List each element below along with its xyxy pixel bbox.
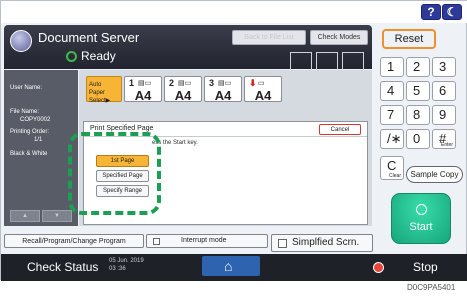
paper-tray-2-button[interactable]: 2 ▤▭ A4 — [164, 76, 202, 103]
keypad-key[interactable]: C Clear — [380, 156, 404, 180]
stop-button[interactable]: Stop — [369, 254, 467, 281]
keypad-key[interactable]: 3 — [432, 57, 456, 77]
document-server-icon — [10, 30, 32, 52]
tray-number: 3 — [209, 78, 215, 88]
file-name-value: COPY0002 — [20, 117, 51, 123]
paper-tray-1-button[interactable]: 1 ▤▭ A4 — [124, 76, 162, 103]
highlight-callout — [68, 132, 161, 215]
keypad-key[interactable]: 9 — [432, 105, 456, 125]
auto-paper-select-label: Select▶ — [89, 98, 111, 104]
clock-time: 03 :36 — [109, 266, 126, 272]
key-label: 9 — [439, 107, 447, 122]
keypad-key[interactable]: 2 — [406, 57, 430, 77]
header-indicator-box — [316, 52, 338, 70]
key-label: 6 — [439, 83, 447, 98]
key-label: 3 — [439, 59, 447, 74]
header-indicator-box — [342, 52, 364, 70]
ready-status-icon — [66, 51, 77, 62]
reset-button[interactable]: Reset — [382, 29, 436, 49]
key-label: /∗ — [387, 131, 402, 146]
keypad-key[interactable]: 5 — [406, 81, 430, 101]
status-bar: Check Status 05 Jun. 2019 03 :36 ⌂ Stop — [1, 254, 467, 281]
keypad-key[interactable]: 4 — [380, 81, 404, 101]
paper-size: A4 — [134, 88, 152, 103]
status-text: Ready — [81, 49, 116, 63]
keypad-key[interactable]: 1 — [380, 57, 404, 77]
bypass-tray-button[interactable]: ⬇ ▭ A4 — [244, 76, 282, 103]
tray-icon: ▤▭ — [178, 80, 192, 87]
stop-icon — [373, 262, 384, 273]
control-panel-screen: ? ☾ Document Server Ready Back to File L… — [0, 0, 467, 281]
simplified-checkbox — [278, 239, 287, 248]
key-label: 1 — [387, 59, 395, 74]
user-name-label: User Name: — [10, 85, 43, 91]
job-info-panel: User Name: File Name: COPY0002 Printing … — [4, 70, 78, 226]
start-label: Start — [409, 221, 433, 233]
dialog-title: Print Specified Page — [90, 125, 154, 132]
scroll-up-button[interactable]: ▲ — [10, 210, 40, 222]
header-indicator-box — [290, 52, 312, 70]
simplified-screen-button[interactable]: Simplfied Scrn. — [271, 234, 373, 252]
paper-size: A4 — [214, 88, 232, 103]
check-status-button[interactable]: Check Status — [27, 260, 98, 274]
key-label: C — [387, 158, 397, 173]
figure-caption: D0C9PA5401 — [407, 283, 456, 292]
key-label: 2 — [413, 59, 421, 74]
recall-program-button[interactable]: Recall/Program/Change Program — [4, 234, 144, 248]
key-label: 7 — [387, 107, 395, 122]
start-button[interactable]: Start — [391, 193, 451, 244]
arrow-down-icon: ▼ — [54, 213, 60, 219]
keypad-key[interactable]: /∗ — [380, 129, 404, 149]
paper-size: A4 — [254, 88, 272, 103]
tray-icon: ▤▭ — [218, 80, 232, 87]
clock: 05 Jun. 2019 03 :36 — [109, 257, 144, 273]
simplified-label: Simplfied Scrn. — [292, 237, 360, 248]
key-sub-label: Clear — [389, 173, 401, 179]
tray-number: 1 — [129, 78, 135, 88]
energy-saver-button[interactable]: ☾ — [442, 4, 462, 20]
help-button[interactable]: ? — [421, 4, 441, 20]
start-icon — [413, 201, 430, 218]
tray-icon: ▭ — [258, 80, 265, 87]
keypad-key[interactable]: 8 — [406, 105, 430, 125]
auto-paper-label: Auto Paper — [89, 82, 106, 96]
cancel-button[interactable]: Cancel — [319, 124, 361, 135]
paper-size: A4 — [174, 88, 192, 103]
keypad-key[interactable]: 0 — [406, 129, 430, 149]
scroll-down-button[interactable]: ▼ — [42, 210, 72, 222]
key-label: 0 — [413, 131, 421, 146]
interrupt-mode-button[interactable]: Interrupt mode — [146, 234, 268, 248]
key-label: 4 — [387, 83, 395, 98]
keypad-key[interactable]: 7 — [380, 105, 404, 125]
interrupt-checkbox — [153, 238, 160, 245]
key-label: 5 — [413, 83, 421, 98]
auto-paper-select-button[interactable]: Auto Paper Select▶ — [86, 76, 122, 104]
check-modes-button[interactable]: Check Modes — [310, 30, 368, 45]
keypad-key[interactable]: # Enter — [432, 129, 456, 149]
home-button[interactable]: ⌂ — [202, 256, 260, 276]
interrupt-label: Interrupt mode — [181, 237, 227, 244]
printing-order-value: 1/1 — [34, 137, 43, 143]
paper-tray-3-button[interactable]: 3 ▤▭ A4 — [204, 76, 242, 103]
stop-label: Stop — [413, 260, 438, 274]
tray-number: 2 — [169, 78, 175, 88]
key-sub-label: Enter — [441, 142, 453, 148]
printing-order-label: Printing Order: — [10, 129, 50, 135]
file-name-label: File Name: — [10, 109, 40, 115]
app-header: Document Server Ready Back to File List … — [4, 25, 372, 70]
help-icon: ? — [427, 5, 435, 19]
home-icon: ⌂ — [224, 258, 233, 274]
arrow-up-icon: ▲ — [22, 213, 28, 219]
keypad-key[interactable]: 6 — [432, 81, 456, 101]
app-title: Document Server — [38, 30, 140, 45]
sample-copy-button[interactable]: Sample Copy — [406, 166, 463, 183]
color-mode-label: Black & White — [10, 151, 48, 157]
back-to-file-list-button[interactable]: Back to File List — [232, 30, 306, 45]
moon-icon: ☾ — [446, 5, 458, 19]
clock-date: 05 Jun. 2019 — [109, 258, 144, 264]
tray-icon: ▤▭ — [138, 80, 152, 87]
key-label: 8 — [413, 107, 421, 122]
top-bar: ? ☾ — [1, 1, 467, 23]
